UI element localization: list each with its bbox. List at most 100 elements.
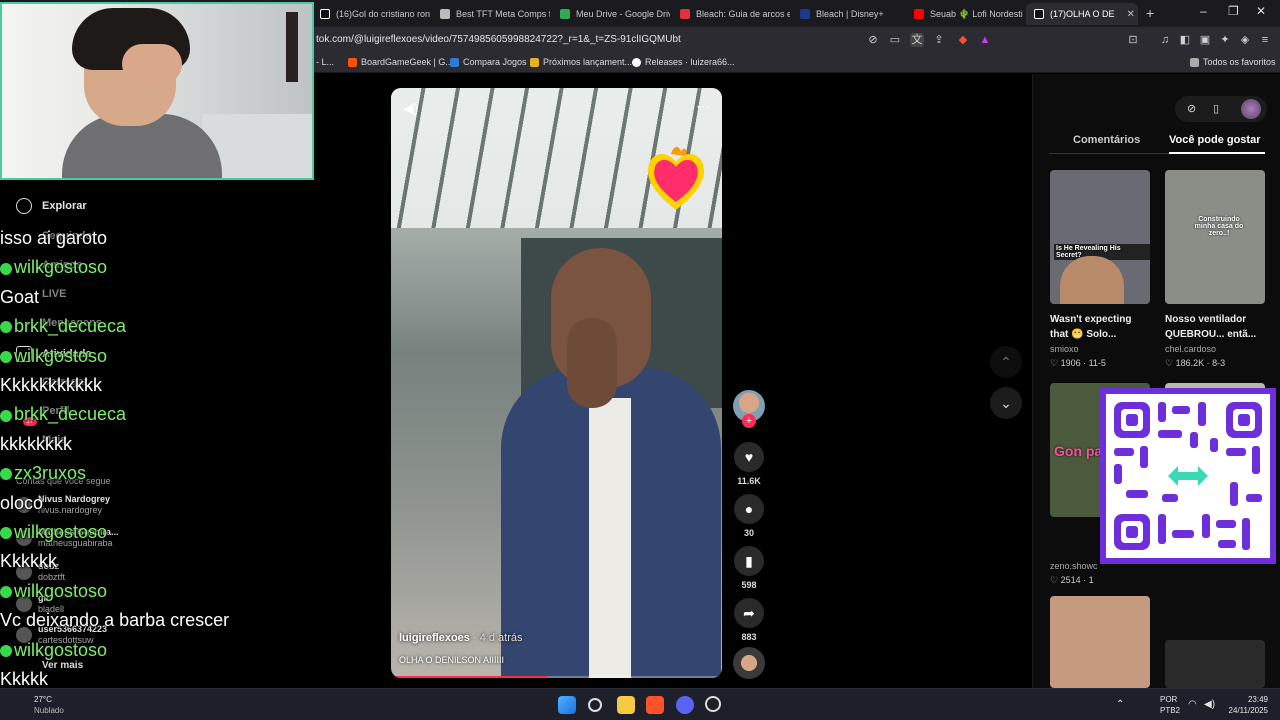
proximos-icon xyxy=(530,57,539,67)
video-thumbnail[interactable] xyxy=(1050,596,1150,688)
close-window-icon[interactable]: ✕ xyxy=(1256,4,1266,18)
weather-temp[interactable]: 27°C xyxy=(34,695,52,704)
input-language[interactable]: POR xyxy=(1160,695,1177,704)
weather-desc[interactable]: Nublado xyxy=(34,706,64,715)
card-stats: ♡ 186.2K · 8-3 xyxy=(1165,358,1226,368)
media-icon[interactable]: ♫ xyxy=(1158,33,1172,47)
sidebar-icon[interactable]: ◧ xyxy=(1178,33,1192,47)
wallet-icon[interactable]: ▣ xyxy=(1198,33,1212,47)
google-drive-icon xyxy=(560,9,570,19)
follow-plus-icon[interactable]: + xyxy=(742,414,756,428)
bookmark-icon[interactable]: ▮ xyxy=(734,546,764,576)
bookmark[interactable]: Próximos lançament... xyxy=(530,57,632,67)
card-author[interactable]: chel.cardoso xyxy=(1165,344,1265,354)
browser-tab[interactable]: Bleach | Disney+ xyxy=(792,3,904,25)
share-arrow-icon[interactable]: ➦ xyxy=(734,598,764,628)
video-progress-bar[interactable] xyxy=(391,676,722,678)
thumb-person xyxy=(1060,256,1124,304)
previous-video-button[interactable]: ⌃ xyxy=(990,346,1022,378)
compass-icon[interactable]: ⊘ xyxy=(1187,102,1196,115)
chat-message: wilkgostoso xyxy=(0,522,107,543)
browser-tab[interactable]: Seuab 🌵 Lofi Nordesti xyxy=(906,3,1024,25)
translate-icon[interactable]: 文 xyxy=(910,33,924,47)
wifi-icon[interactable]: ◠ xyxy=(1188,699,1197,710)
volume-icon[interactable]: ◀) xyxy=(1204,699,1215,710)
like-action[interactable]: ♥ 11.6K xyxy=(733,442,765,486)
obs-icon[interactable] xyxy=(705,696,721,712)
video-author[interactable]: luigireflexoes · 4 d atrás xyxy=(399,632,523,644)
leo-ai-icon[interactable]: ✦ xyxy=(1218,33,1232,47)
video-thumbnail[interactable]: Is He Revealing His Secret? xyxy=(1050,170,1150,304)
vpn-icon[interactable]: ◈ xyxy=(1238,33,1252,47)
phone-icon[interactable]: ▯ xyxy=(1213,102,1219,115)
bookmark[interactable]: Compara Jogos xyxy=(450,57,527,67)
close-tab-icon[interactable]: ✕ xyxy=(1127,9,1135,20)
clock-date[interactable]: 24/11/2025 xyxy=(1222,706,1268,715)
discord-icon[interactable] xyxy=(676,696,694,714)
nav-live[interactable]: LIVE xyxy=(42,288,66,300)
clock-time[interactable]: 23:49 xyxy=(1230,695,1268,704)
nav-explore[interactable]: Explorar xyxy=(16,198,87,214)
hand xyxy=(567,318,617,408)
github-icon xyxy=(632,57,641,67)
browser-tab[interactable]: Best TFT Meta Comps fo xyxy=(432,3,550,25)
streamer-webcam xyxy=(0,2,314,180)
suggested-video-card[interactable]: Is He Revealing His Secret? Wasn't expec… xyxy=(1050,170,1150,369)
save-action[interactable]: ▮ 598 xyxy=(733,546,765,590)
verified-badge-icon xyxy=(0,644,12,657)
restore-icon[interactable]: ❐ xyxy=(1228,4,1239,18)
heart-icon[interactable]: ♥ xyxy=(734,442,764,472)
profile-avatar[interactable] xyxy=(1241,99,1261,119)
minimize-icon[interactable]: – xyxy=(1200,4,1207,18)
menu-icon[interactable]: ≡ xyxy=(1258,33,1272,47)
browser-tab[interactable]: (16)Gol do cristiano ron xyxy=(312,3,430,25)
brave-shield-icon[interactable]: ◆ xyxy=(956,33,970,47)
brave-browser-icon[interactable] xyxy=(646,696,664,714)
active-tab-indicator xyxy=(1169,152,1265,154)
bookmark-all-folder[interactable]: Todos os favoritos xyxy=(1190,57,1276,67)
browser-tab[interactable]: Meu Drive - Google Driv xyxy=(552,3,670,25)
suggested-video-card[interactable]: Construindo minha casa do zero..! Nosso … xyxy=(1165,170,1265,369)
mute-icon[interactable]: ◀) xyxy=(403,100,418,117)
keyboard-layout[interactable]: PTB2 xyxy=(1160,706,1180,715)
windows-start-icon[interactable] xyxy=(558,696,576,714)
see-more-link[interactable]: Ver mais xyxy=(42,660,83,671)
tray-chevron-icon[interactable]: ⌃ xyxy=(1116,699,1124,710)
bookmark[interactable]: BoardGameGeek | G... xyxy=(348,57,453,67)
more-options-icon[interactable]: ⋯ xyxy=(696,98,710,115)
bookmark[interactable]: Releases · luizera66... xyxy=(632,57,735,67)
share-icon[interactable]: ⇪ xyxy=(932,33,946,47)
suggested-video-card[interactable] xyxy=(1165,640,1265,688)
no-tracking-icon[interactable]: ⊘ xyxy=(866,33,880,47)
screenshot-icon[interactable]: ⊡ xyxy=(1126,33,1140,47)
suggested-video-card[interactable] xyxy=(1050,596,1150,688)
music-disc-icon[interactable] xyxy=(733,647,765,679)
video-thumbnail[interactable] xyxy=(1165,640,1265,688)
tab-comments[interactable]: Comentários xyxy=(1073,134,1140,146)
new-tab-button[interactable]: + xyxy=(1146,5,1154,21)
video-thumbnail[interactable]: Construindo minha casa do zero..! xyxy=(1165,170,1265,304)
brave-rewards-icon[interactable]: ▲ xyxy=(978,33,992,47)
comment-action[interactable]: ● 30 xyxy=(733,494,765,538)
browser-tab[interactable]: Bleach: Guia de arcos e xyxy=(672,3,790,25)
next-video-button[interactable]: ⌄ xyxy=(990,387,1022,419)
bookmark[interactable]: - L... xyxy=(316,57,334,67)
card-author[interactable]: smioxo xyxy=(1050,344,1150,354)
file-explorer-icon[interactable] xyxy=(617,696,635,714)
cam-hand xyxy=(122,44,182,84)
cast-icon[interactable]: ▭ xyxy=(888,33,902,47)
browser-tab-active[interactable]: (17)OLHA O DE ✕ xyxy=(1026,3,1138,25)
comment-icon[interactable]: ● xyxy=(734,494,764,524)
search-icon[interactable] xyxy=(588,698,602,712)
bleach-icon xyxy=(680,9,690,19)
chat-message: Kkkkkk xyxy=(0,551,58,572)
cam-coat-rack xyxy=(286,12,298,82)
tab-label: Best TFT Meta Comps fo xyxy=(456,9,550,19)
video-caption: OLHA O DENILSON AIIIIII xyxy=(399,655,505,665)
share-action[interactable]: ➦ 883 xyxy=(733,598,765,642)
flaming-heart-sticker xyxy=(648,146,704,210)
url-field[interactable]: tok.com/@luigireflexoes/video/7574985605… xyxy=(316,34,681,45)
video-player[interactable]: ◀) ⋯ luigireflexoes · 4 d atrás OLHA O D… xyxy=(391,88,722,678)
tab-you-may-like[interactable]: Você pode gostar xyxy=(1169,134,1260,146)
tab-label: Meu Drive - Google Driv xyxy=(576,9,670,19)
